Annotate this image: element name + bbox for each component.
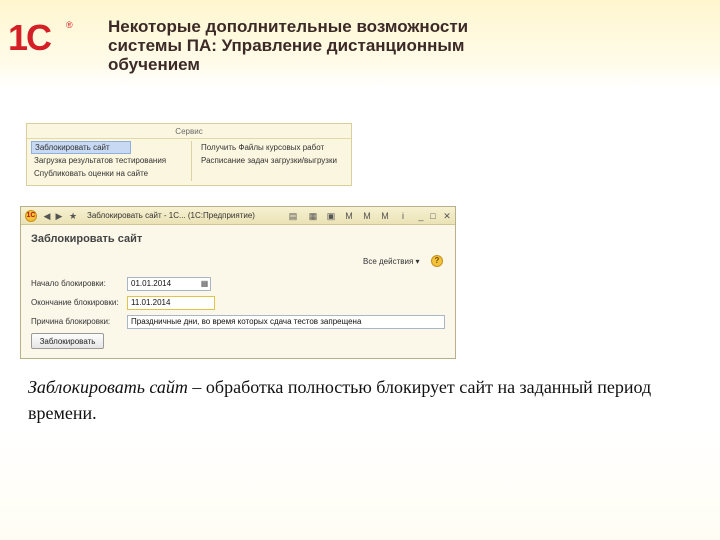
start-date-label: Начало блокировки: (31, 279, 106, 288)
block-site-button[interactable]: Заблокировать (31, 333, 104, 349)
slide-background-strip (0, 430, 720, 540)
logo-text: 1С (8, 17, 52, 58)
menu-item-block-site[interactable]: Заблокировать сайт (31, 141, 131, 154)
calendar-picker-icon[interactable]: ▦ (199, 278, 210, 289)
info-icon[interactable]: i (397, 210, 409, 222)
slide-title: Некоторые дополнительные возможности сис… (108, 17, 608, 74)
forward-arrow-icon[interactable]: ▶ (53, 210, 65, 222)
service-menu-panel: Сервис Заблокировать сайт Загрузка резул… (26, 123, 352, 186)
1c-logo-icon[interactable]: 1С (25, 210, 37, 222)
service-menu-left-column: Заблокировать сайт Загрузка результатов … (31, 141, 181, 180)
slide-title-line: обучением (108, 55, 200, 74)
menu-item-publish-grades[interactable]: Спубликовать оценки на сайте (31, 167, 181, 180)
end-date-label: Окончание блокировки: (31, 298, 119, 307)
reason-row: Причина блокировки: Праздничные дни, во … (31, 315, 451, 329)
memory-minus-icon[interactable]: M (361, 210, 373, 222)
slide-title-line: системы ПА: Управление дистанционным (108, 36, 465, 55)
registered-mark: ® (66, 20, 73, 30)
slide-header: 1С ® Некоторые дополнительные возможност… (0, 0, 720, 88)
end-date-row: Окончание блокировки: 11.01.2014 (31, 296, 451, 310)
slide-title-line: Некоторые дополнительные возможности (108, 17, 469, 36)
service-menu-title: Сервис (27, 127, 351, 139)
block-site-window: 1С ◀ ▶ ★ Заблокировать сайт - 1С... (1С:… (20, 206, 456, 359)
calculator-icon[interactable]: ▦ (307, 210, 319, 222)
minimize-icon[interactable]: _ (415, 210, 427, 222)
restore-icon[interactable]: □ (427, 210, 439, 222)
1c-logo: 1С ® (8, 18, 74, 58)
end-date-field[interactable]: 11.01.2014 (127, 296, 215, 310)
menu-item-upload-schedule[interactable]: Расписание задач загрузки/выгрузки (198, 154, 349, 167)
form-title: Заблокировать сайт (31, 233, 143, 245)
calendar-icon[interactable]: ▣ (325, 210, 337, 222)
window-title: Заблокировать сайт - 1С... (1С:Предприят… (87, 211, 255, 220)
memory-icon[interactable]: M (379, 210, 391, 222)
back-arrow-icon[interactable]: ◀ (41, 210, 53, 222)
close-icon[interactable]: ✕ (441, 210, 453, 222)
slide-caption: Заблокировать сайт – обработка полностью… (28, 374, 688, 426)
menu-item-load-test-results[interactable]: Загрузка результатов тестирования (31, 154, 181, 167)
service-menu-right-column: Получить Файлы курсовых работ Расписание… (191, 141, 349, 181)
reason-field[interactable]: Праздничные дни, во время которых сдача … (127, 315, 445, 329)
caption-emphasis: Заблокировать сайт (28, 377, 188, 397)
all-actions-menu-button[interactable]: Все действия ▾ (363, 257, 420, 266)
window-titlebar: 1С ◀ ▶ ★ Заблокировать сайт - 1С... (1С:… (21, 207, 455, 225)
memory-plus-icon[interactable]: M (343, 210, 355, 222)
star-icon[interactable]: ★ (67, 210, 79, 222)
menu-item-get-coursework-files[interactable]: Получить Файлы курсовых работ (198, 141, 349, 154)
help-button[interactable]: ? (431, 255, 443, 267)
document-icon[interactable]: ▤ (287, 210, 299, 222)
start-date-row: Начало блокировки: 01.01.2014 ▦ (31, 277, 451, 291)
reason-label: Причина блокировки: (31, 317, 111, 326)
